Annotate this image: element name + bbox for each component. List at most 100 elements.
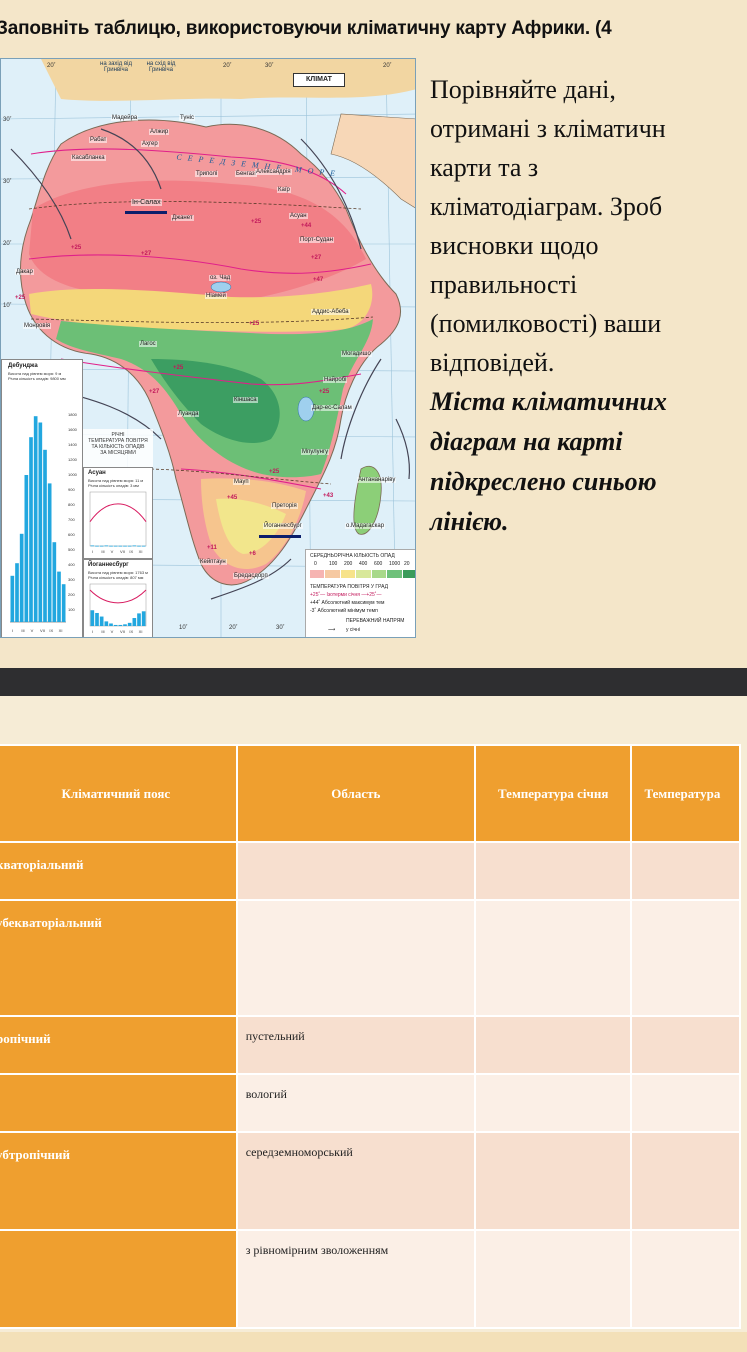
city-label: Лагос [139, 341, 157, 347]
temp-label: +25 [173, 365, 184, 371]
precip-bar [118, 624, 123, 626]
cell-area[interactable]: середземноморський [235, 1131, 476, 1231]
belt-label: ропічний [0, 1031, 51, 1046]
slide-title: Заповніть таблицю, використовуючи клімат… [0, 18, 612, 39]
month-tick: V [110, 549, 114, 554]
diagram-bars [89, 583, 147, 627]
month-tick: XI [58, 628, 63, 633]
cell-jan-temp[interactable] [473, 1131, 633, 1231]
cell-temp[interactable] [630, 1229, 741, 1329]
note-line: діаграм на карті [430, 427, 623, 456]
legend-min: -3˚ Абсолютний мінімум темп [310, 608, 378, 614]
cell-belt [0, 1073, 238, 1133]
precip-bar [99, 616, 104, 626]
cell-temp[interactable] [630, 1131, 741, 1231]
city-label: Мпулунгу [301, 449, 330, 455]
city-label: Туніс [179, 115, 195, 121]
climate-diagram-aswan: Асуан Висота над рівнем моря: 11 м Річна… [83, 467, 153, 559]
instruction-line: отримані з кліматичн [430, 114, 666, 143]
temp-label: +25 [319, 389, 330, 395]
precip-bar [113, 624, 118, 626]
legend-swatch [325, 570, 341, 578]
cell-jan-temp[interactable] [473, 1073, 633, 1133]
cell-belt: убтропічний [0, 1131, 238, 1231]
lon-label: 20˚ [223, 63, 232, 69]
city-label: Бредасдорп [233, 573, 269, 579]
lon-label: 10˚ [179, 625, 188, 631]
month-tick: XI [138, 549, 143, 554]
precip-bar [15, 563, 19, 622]
city-label: Алжир [149, 129, 170, 135]
cell-area[interactable] [235, 841, 476, 901]
cell-belt [0, 1229, 238, 1329]
cell-temp[interactable] [630, 1015, 741, 1075]
lat-label: 30˚ [3, 179, 12, 185]
scale-tick: 100 [68, 607, 75, 612]
city-label: Преторія [271, 503, 298, 509]
cell-belt: ропічний [0, 1015, 238, 1075]
climate-table: Кліматичний пояс Область Температура січ… [0, 744, 741, 1329]
precip-bar [61, 584, 66, 622]
legend-wind-item: у січні [346, 627, 360, 633]
instruction-line: Порівняйте дані, [430, 75, 616, 104]
city-label: Кейптаун [199, 559, 227, 565]
cell-area[interactable]: пустельний [235, 1015, 476, 1075]
city-johannesburg: Йоганнесбург [263, 523, 303, 529]
legend-swatch [402, 570, 415, 578]
month-tick: XI [138, 629, 143, 634]
city-label: Касабланка [71, 155, 106, 161]
precip-bar [90, 610, 95, 626]
cell-temp[interactable] [630, 1073, 741, 1133]
legend-scale-tick: 600 [374, 561, 383, 567]
month-tick: V [30, 628, 34, 633]
precip-bar [10, 575, 15, 622]
legend-max: +44˚ Абсолютний максимум тем [310, 600, 385, 606]
temp-label: +45 [227, 495, 238, 501]
separator-band [0, 668, 747, 696]
cell-belt: кваторіальний [0, 841, 238, 901]
caption-line: ЗА МІСЯЦЯМИ [100, 450, 136, 456]
city-label: Порт-Судан [299, 237, 334, 243]
city-label: Аҳгер [141, 141, 159, 147]
cell-jan-temp[interactable] [473, 1229, 633, 1329]
city-label: о.Мадагаскар [345, 523, 386, 529]
temp-curve [89, 503, 147, 522]
table-row: кваторіальний [0, 841, 741, 901]
city-underline [259, 535, 301, 538]
precip-bar [127, 622, 132, 626]
legend-scale-tick: 100 [329, 561, 338, 567]
city-label: Кіншаса [233, 397, 258, 403]
slide-image: Заповніть таблицю, використовуючи клімат… [0, 0, 747, 668]
legend-scale-tick: 200 [344, 561, 353, 567]
belt-label: убекваторіальний [0, 915, 102, 930]
city-underline [125, 211, 167, 214]
cell-jan-temp[interactable] [473, 841, 633, 901]
instruction-line: висновки щодо [430, 231, 599, 260]
table-header-row: Кліматичний пояс Область Температура січ… [0, 744, 741, 843]
lon-east-label: на схід від Гринвіча [146, 61, 176, 73]
climate-map: КЛІМАТ 20˚ на захід від Гринвіча на схід… [0, 58, 416, 638]
cell-temp[interactable] [630, 899, 741, 1017]
month-tick: III [21, 628, 25, 633]
temp-label: +47 [313, 277, 324, 283]
climate-diagram-debundja: Дебунджа Висота над рівнем моря: 9 м Річ… [1, 359, 83, 637]
legend-swatch [371, 570, 388, 578]
city-label: Мауп [233, 479, 250, 485]
cell-area[interactable]: з рівномірним зволоженням [235, 1229, 476, 1329]
cell-area[interactable] [235, 899, 476, 1017]
cell-jan-temp[interactable] [473, 1015, 633, 1075]
scale-tick: 600 [68, 532, 75, 537]
temp-label: +25 [71, 245, 82, 251]
precip-bar [47, 483, 52, 622]
cell-temp[interactable] [630, 841, 741, 901]
precip-bar [19, 533, 24, 622]
city-label: Антананаріву [357, 477, 397, 483]
table-slide: Кліматичний пояс Область Температура січ… [0, 696, 747, 1352]
temp-label: +25 [249, 321, 260, 327]
legend-swatch [310, 570, 326, 578]
cell-area[interactable]: вологий [235, 1073, 476, 1133]
table-row: з рівномірним зволоженням [0, 1229, 741, 1329]
legend-wind-arrow: ⟶ [328, 627, 336, 633]
cell-jan-temp[interactable] [473, 899, 633, 1017]
precip-bar [137, 545, 141, 547]
